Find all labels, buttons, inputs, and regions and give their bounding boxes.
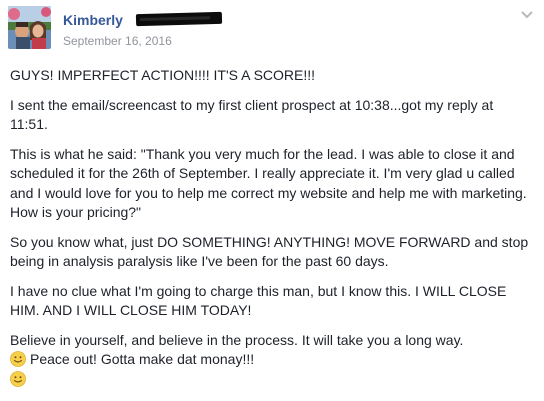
post-header: Kimberly September 16, 2016 <box>0 0 544 60</box>
post-paragraph-closing: Believe in yourself, and believe in the … <box>10 331 530 390</box>
smiley-face-icon <box>10 351 26 367</box>
redacted-surname <box>135 11 223 27</box>
post-paragraph: I have no clue what I'm going to charge … <box>10 282 507 319</box>
smiley-face-icon <box>10 370 26 387</box>
post-paragraph: GUYS! IMPERFECT ACTION!!!! IT'S A SCORE!… <box>10 67 316 83</box>
post-paragraph: So you know what, just DO SOMETHING! ANY… <box>10 233 529 270</box>
closing-line-text: Peace out! Gotta make dat monay!!! <box>30 351 255 367</box>
author-name-link[interactable]: Kimberly <box>63 12 123 28</box>
chevron-down-icon[interactable] <box>520 8 534 20</box>
post-paragraph: I sent the email/screencast to my first … <box>10 96 494 133</box>
post-timestamp[interactable]: September 16, 2016 <box>63 34 172 48</box>
post-paragraph-text: Believe in yourself, and believe in the … <box>10 331 464 348</box>
author-avatar[interactable] <box>8 6 51 49</box>
post-paragraph: This is what he said: "Thank you very mu… <box>10 145 527 221</box>
profile-photo-icon <box>8 6 51 49</box>
post-body: GUYS! IMPERFECT ACTION!!!! IT'S A SCORE!… <box>10 66 530 389</box>
